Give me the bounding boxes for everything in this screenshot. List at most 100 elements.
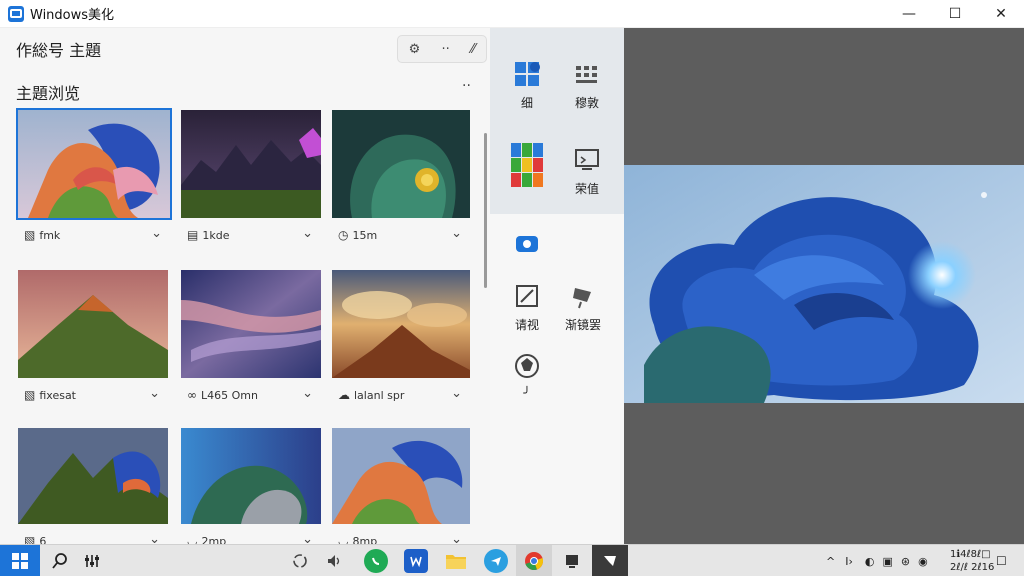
close-button[interactable]: ✕ [978,0,1024,28]
theme-card[interactable]: ◡ 8mp ⌄ [332,428,484,544]
chrome-icon[interactable] [522,549,546,573]
theme-thumbnail[interactable] [332,270,484,378]
feature-label: ╯ [523,386,531,400]
theme-card[interactable]: ∞ L465 Omn ⌄ [181,270,333,410]
header-toolbar: ⚙ ·· ⁄⁄ [397,35,487,63]
settings-gear-icon[interactable]: ⚙ [409,42,421,57]
window-title: Windows美化 [30,8,115,23]
theme-card[interactable]: ▤ 1kde ⌄ [181,110,333,250]
theme-thumbnail[interactable] [18,270,170,378]
feature-item-5[interactable] [496,230,558,264]
theme-thumbnail[interactable] [181,110,333,218]
telegram-icon[interactable] [484,549,508,573]
screen-icon [575,149,599,170]
theme-thumbnail[interactable] [18,428,170,524]
theme-card[interactable]: ▧ 6 ⌄ [18,428,170,544]
wallpaper-preview[interactable] [624,165,1024,403]
system-tray: ^ I› ◐ ▣ ⊛ ◉ [826,545,928,576]
clock-icon: ◷ [338,228,349,242]
camera-icon [516,236,538,252]
chevron-down-icon[interactable]: ⌄ [149,532,160,544]
theme-card[interactable]: ☁ lalanl spr ⌄ [332,270,484,410]
theme-name: 1kde [202,228,230,242]
clock-date: 2ℓ/ℓ 2ℓ16 [950,562,995,573]
chevron-down-icon[interactable]: ⌄ [451,386,462,401]
sync-icon[interactable] [288,549,312,573]
chevron-down-icon[interactable]: ⌄ [302,386,313,401]
theme-thumbnail[interactable] [181,428,333,524]
chevron-down-icon[interactable]: ⌄ [451,226,462,241]
feature-label: 穆敦 [574,96,599,110]
theme-caption: ◡ 2mp ⌄ [181,526,321,544]
cloud-icon: ☁ [338,388,350,402]
settings-icon[interactable] [80,549,104,573]
network-icon[interactable]: I› [845,555,853,568]
color-windows-icon [511,143,543,187]
chevron-down-icon[interactable]: ⌄ [451,532,462,544]
theme-thumbnail[interactable] [16,108,172,220]
feature-label: 渐镜罢 [564,318,601,332]
windows-logo-icon [12,553,28,569]
theme-thumbnail[interactable] [181,270,333,378]
maximize-button[interactable]: ☐ [932,0,978,28]
section-more-icon[interactable]: ·· [462,78,471,94]
feature-item-4[interactable]: 荣值 [556,146,618,197]
chevron-down-icon[interactable]: ⌄ [302,226,313,241]
photo-icon: ▧ [24,534,36,544]
speaker-icon[interactable]: ⊛ [901,555,910,568]
theme-caption: ☁ lalanl spr ⌄ [332,380,470,410]
volume-icon[interactable] [322,549,346,573]
clock[interactable]: 1ℹ4ℓ8ℓ□ 2ℓ/ℓ 2ℓ16 [950,548,994,574]
start-button[interactable] [0,545,40,576]
theme-card[interactable]: ▧ fixesat ⌄ [18,270,170,410]
keyboard-icon [576,66,597,83]
feature-item-8[interactable]: ╯ [496,352,558,400]
active-app-icon[interactable] [598,549,622,573]
theme-caption: ▧ fixesat ⌄ [18,380,168,410]
display-icon[interactable]: ▣ [882,555,892,568]
notification-icon[interactable]: ☐ [996,545,1007,576]
feature-item-2[interactable]: 穆敦 [556,60,618,111]
photo-icon: ▧ [24,388,36,402]
scrollbar[interactable] [484,133,487,288]
feature-panel: 细 穆敦 荣值 请视 渐镜罢 ╯ [490,28,624,544]
tray-app-icon[interactable]: ◐ [865,555,875,568]
more-dots-icon[interactable]: ·· [442,42,450,57]
feature-item-1[interactable]: 细 [496,60,558,111]
chevron-down-icon[interactable]: ⌄ [149,386,160,401]
cup-icon: ◡ [187,534,198,544]
search-icon[interactable] [48,549,72,573]
feature-item-3[interactable] [496,142,558,194]
feature-item-7[interactable]: 渐镜罢 [552,282,614,333]
theme-caption: ∞ L465 Omn ⌄ [181,380,321,410]
theme-thumbnail[interactable] [332,428,484,524]
minimize-button[interactable]: — [886,0,932,28]
theme-caption: ◷ 15m ⌄ [332,220,470,250]
word-icon[interactable] [404,549,428,573]
window-controls: — ☐ ✕ [886,0,1024,28]
theme-card[interactable]: ◡ 2mp ⌄ [181,428,333,544]
feature-item-6[interactable]: 请视 [496,282,558,333]
title-bar: Windows美化 — ☐ ✕ [0,0,1024,28]
theme-caption: ▧ 6 ⌄ [18,526,168,544]
feature-label: 请视 [514,318,539,332]
whatsapp-icon[interactable] [364,549,388,573]
theme-name: 2mp [201,534,227,545]
theme-name: L465 Omn [201,388,258,402]
theme-thumbnail[interactable] [332,110,484,218]
theme-card[interactable]: ◷ 15m ⌄ [332,110,484,250]
theme-card[interactable]: ▧ fmk ⌄ [16,108,172,250]
app-icon[interactable] [560,549,584,573]
edit-icon [516,285,538,307]
chevron-down-icon[interactable]: ⌄ [302,532,313,544]
folder-icon[interactable] [444,549,468,573]
theme-name: 15m [352,228,378,242]
photo-icon: ▤ [187,228,199,242]
collapse-icon[interactable]: ⁄⁄ [471,42,475,57]
tray-expand-icon[interactable]: ^ [826,555,835,568]
battery-icon[interactable]: ◉ [918,555,928,568]
clock-time: 1ℹ4ℓ8ℓ□ [950,549,991,560]
chevron-down-icon[interactable]: ⌄ [151,226,162,241]
cup-icon: ◡ [338,534,349,544]
section-title: 主題浏览 [16,84,81,103]
